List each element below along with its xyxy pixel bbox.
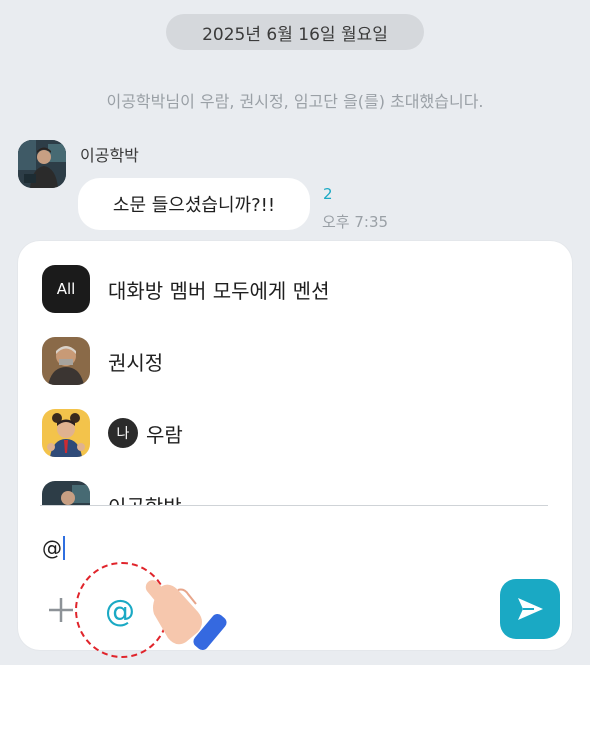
member-avatar (42, 409, 90, 457)
me-badge: 나 (108, 418, 138, 448)
sender-avatar-image (18, 140, 66, 188)
message-bubble[interactable]: 소문 들으셨습니까?!! (78, 178, 310, 230)
member-avatar-image (42, 409, 90, 457)
mention-item-member[interactable]: 이공학박 (18, 469, 572, 506)
member-avatar-image (42, 337, 90, 385)
member-avatar (42, 337, 90, 385)
mention-suggestion-list[interactable]: All 대화방 멤버 모두에게 멘션 권시정 나 우람 (18, 241, 572, 506)
sender-name: 이공학박 (80, 146, 139, 165)
all-avatar-text: All (56, 280, 76, 298)
mention-item-label: 이공학박 (108, 491, 182, 507)
mention-item-label: 권시정 (108, 350, 164, 375)
system-message: 이공학박님이 우람, 권시정, 임고단 을(를) 초대했습니다. (106, 92, 484, 111)
sender-avatar[interactable] (18, 140, 66, 188)
member-avatar (42, 481, 90, 506)
divider (40, 505, 548, 506)
message-text: 소문 들으셨습니까?!! (112, 195, 276, 216)
chat-background: 2025년 6월 16일 월요일 이공학박님이 우람, 권시정, 임고단 을(를… (0, 0, 590, 665)
message-input[interactable]: @ (42, 531, 522, 565)
mention-item-member[interactable]: 권시정 (18, 325, 572, 397)
unread-count: 2 (323, 185, 333, 203)
date-divider-text: 2025년 6월 16일 월요일 (202, 24, 388, 45)
mention-item-all[interactable]: All 대화방 멤버 모두에게 멘션 (18, 253, 572, 325)
message-time: 오후 7:35 (322, 213, 389, 231)
member-avatar-image (42, 481, 90, 506)
send-icon (518, 598, 543, 620)
all-members-icon: All (42, 265, 90, 313)
mention-item-label: 우람 (146, 422, 183, 447)
mention-item-member-me[interactable]: 나 우람 (18, 397, 572, 469)
mention-item-label: 대화방 멤버 모두에게 멘션 (108, 278, 330, 303)
date-divider: 2025년 6월 16일 월요일 (166, 14, 424, 50)
text-caret (63, 536, 65, 560)
send-button[interactable] (500, 579, 560, 639)
hand-pointer-icon (144, 574, 244, 654)
message-input-value: @ (42, 536, 62, 560)
